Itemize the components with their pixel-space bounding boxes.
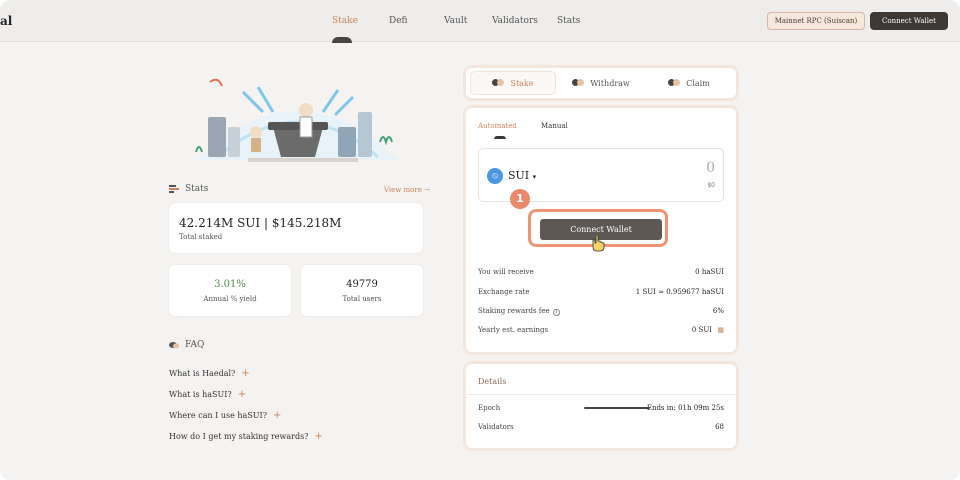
row-label: Exchange rate (478, 288, 530, 296)
row-label: Epoch (478, 404, 501, 412)
stats-heading: Stats (169, 184, 208, 194)
tab-claim[interactable]: Claim (646, 71, 732, 95)
token-selector[interactable]: SUI ▾ (508, 169, 536, 182)
tab-withdraw-label: Withdraw (590, 78, 630, 88)
plus-icon: + (273, 410, 282, 421)
apy-card: 3.01% Annual % yield (169, 265, 291, 316)
info-icon[interactable]: i (552, 309, 560, 316)
sui-token-icon: ⦸ (487, 168, 503, 184)
nav-stake[interactable]: Stake (332, 16, 358, 26)
header-connect-wallet-button[interactable]: Connect Wallet (870, 12, 948, 30)
mode-automated[interactable]: Automated (478, 122, 517, 130)
nav-active-indicator (332, 37, 352, 43)
apy-value: 3.01% (214, 279, 246, 290)
claim-icon (668, 78, 681, 88)
row-label: Validators (478, 423, 514, 431)
row-value: 0 SUI (691, 326, 712, 334)
top-navigation-bar: al Stake Defi Vault Validators Stats Mai… (0, 0, 960, 43)
total-users-card: 49779 Total users (301, 265, 423, 316)
faq-item[interactable]: How do I get my staking rewards? + (169, 431, 323, 442)
tab-stake[interactable]: Stake (470, 71, 556, 95)
faq-item[interactable]: Where can I use haSUI? + (169, 410, 281, 421)
tab-withdraw[interactable]: Withdraw (558, 71, 644, 95)
faq-question: How do I get my staking rewards? (169, 432, 309, 441)
app-frame: al Stake Defi Vault Validators Stats Mai… (0, 0, 960, 480)
row-label: Yearly est. earnings (478, 326, 549, 334)
amount-input[interactable]: 0 (706, 160, 715, 176)
faq-question: Where can I use haSUI? (169, 411, 267, 420)
stake-panel: Automated Manual ⦸ SUI ▾ 0 $0 1 Connect … (466, 108, 736, 352)
row-label: Staking rewards fee (478, 307, 550, 315)
mode-active-indicator (494, 136, 506, 139)
tab-stake-label: Stake (510, 78, 534, 88)
details-panel: Details Epoch Ends in: 01h 09m 25s Valid… (466, 364, 736, 448)
hero-illustration (195, 78, 398, 162)
nav-validators[interactable]: Validators (492, 16, 538, 26)
total-staked-card: 42.214M SUI | $145.218M Total staked (169, 203, 423, 253)
stats-heading-label: Stats (185, 184, 209, 194)
step-badge: 1 (510, 189, 530, 209)
row-label: You will receive (478, 268, 534, 276)
divider (466, 394, 736, 395)
nav-stats[interactable]: Stats (557, 16, 580, 26)
faq-item[interactable]: What is haSUI? + (169, 389, 246, 400)
plus-icon: + (241, 368, 250, 379)
amount-usd: $0 (707, 182, 715, 189)
withdraw-icon (572, 78, 585, 88)
row-value: 6% (712, 307, 724, 315)
faq-question: What is haSUI? (169, 390, 232, 399)
apy-label: Annual % yield (203, 295, 257, 303)
faq-icon (169, 342, 179, 349)
faq-heading-label: FAQ (185, 340, 205, 350)
faq-heading: FAQ (169, 340, 204, 350)
action-tab-bar: Stake Withdraw Claim (466, 68, 736, 98)
caret-down-icon: ▾ (532, 173, 537, 181)
tab-claim-label: Claim (686, 78, 710, 88)
nav-vault[interactable]: Vault (444, 16, 467, 26)
plus-icon: + (314, 431, 323, 442)
total-staked-value: 42.214M SUI | $145.218M (179, 216, 342, 230)
view-more-link[interactable]: View more → (384, 186, 430, 194)
token-name: SUI (508, 169, 530, 182)
total-users-label: Total users (342, 295, 382, 303)
row-value: Ends in: 01h 09m 25s (646, 404, 724, 412)
epoch-progress-bar (584, 407, 650, 409)
total-users-value: 49779 (346, 279, 378, 290)
nav-defi[interactable]: Defi (389, 16, 408, 26)
details-heading: Details (478, 377, 507, 386)
mode-manual[interactable]: Manual (541, 122, 568, 130)
total-staked-label: Total staked (179, 233, 223, 241)
calculator-icon[interactable]: ▦ (717, 326, 724, 334)
row-value: 68 (715, 423, 724, 431)
rpc-selector-button[interactable]: Mainnet RPC (Suiscan) (767, 12, 865, 30)
stake-icon (492, 78, 505, 88)
hand-cursor-icon (592, 234, 605, 252)
row-value: 1 SUI ≈ 0.959677 haSUI (635, 288, 724, 296)
plus-icon: + (237, 389, 247, 400)
faq-item[interactable]: What is Haedal? + (169, 368, 250, 379)
stats-icon (169, 185, 179, 193)
faq-question: What is Haedal? (169, 369, 236, 378)
logo[interactable]: al (0, 14, 12, 28)
row-value: 0 haSUI (695, 268, 724, 276)
